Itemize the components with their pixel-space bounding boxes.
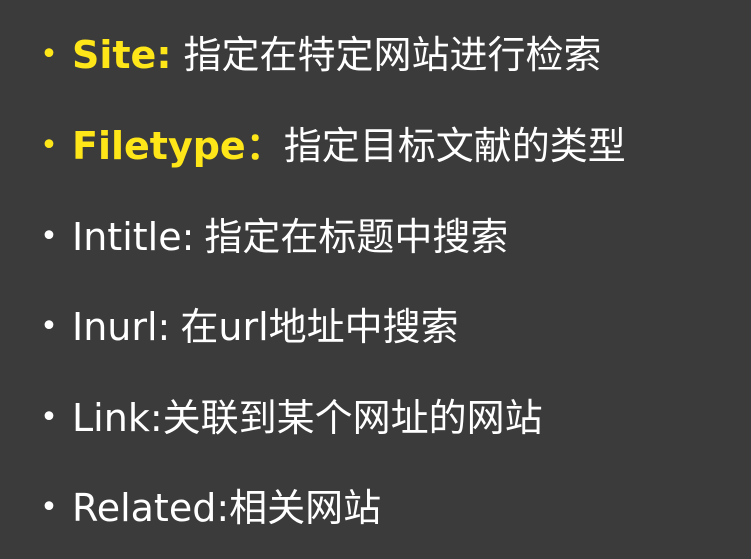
bullet: • bbox=[40, 128, 58, 163]
list-item-intitle: • Intitle: 指定在标题中搜索 bbox=[38, 212, 508, 262]
list-item-filetype: • Filetype： 指定目标文献的类型 bbox=[38, 121, 626, 171]
keyword-related: Related: bbox=[72, 486, 230, 530]
list-item-link: • Link: 关联到某个网址的网站 bbox=[38, 393, 543, 443]
item-description: 指定在标题中搜索 bbox=[204, 215, 509, 259]
bullet: • bbox=[40, 37, 58, 72]
item-description: 关联到某个网址的网站 bbox=[162, 396, 543, 440]
keyword-filetype: Filetype： bbox=[72, 124, 284, 168]
item-description: 在url地址中搜索 bbox=[180, 305, 459, 349]
slide: • Site: 指定在特定网站进行检索 • Filetype： 指定目标文献的类… bbox=[0, 0, 751, 559]
keyword-intitle: Intitle: bbox=[72, 215, 195, 259]
list-item-related: • Related: 相关网站 bbox=[38, 483, 381, 533]
bullet: • bbox=[40, 219, 58, 254]
list-item-inurl: • Inurl: 在url地址中搜索 bbox=[38, 302, 459, 352]
keyword-inurl: Inurl: bbox=[72, 305, 171, 349]
item-description: 指定目标文献的类型 bbox=[283, 124, 626, 168]
keyword-link: Link: bbox=[72, 396, 163, 440]
bullet: • bbox=[40, 490, 58, 525]
bullet: • bbox=[40, 309, 58, 344]
item-description: 指定在特定网站进行检索 bbox=[183, 33, 602, 77]
item-description: 相关网站 bbox=[229, 486, 382, 530]
keyword-site: Site: bbox=[72, 33, 172, 77]
bullet: • bbox=[40, 400, 58, 435]
list-item-site: • Site: 指定在特定网站进行检索 bbox=[38, 30, 602, 80]
